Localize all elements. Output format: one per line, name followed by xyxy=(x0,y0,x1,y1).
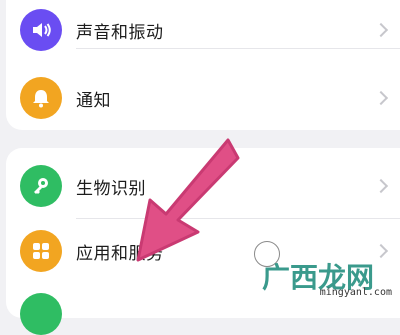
chevron-right-icon xyxy=(373,22,389,38)
apps-grid-icon xyxy=(20,230,62,272)
chevron-right-icon xyxy=(373,178,389,194)
settings-item-label: 声音和振动 xyxy=(76,22,164,43)
speaker-icon xyxy=(20,9,62,51)
watermark-url: mingyanl.com xyxy=(319,287,392,298)
partial-settings-icon xyxy=(20,293,62,335)
settings-item-label: 通知 xyxy=(76,90,111,111)
bell-icon xyxy=(20,77,62,119)
key-icon xyxy=(20,165,62,207)
settings-item-notifications[interactable]: 通知 xyxy=(6,68,400,128)
settings-card-top: 声音和振动 通知 xyxy=(6,0,400,130)
pointer-arrow-icon xyxy=(136,138,240,262)
chevron-right-icon xyxy=(373,90,389,106)
chevron-right-icon xyxy=(373,243,389,259)
settings-item-sound[interactable]: 声音和振动 xyxy=(6,0,400,60)
divider xyxy=(76,48,400,49)
